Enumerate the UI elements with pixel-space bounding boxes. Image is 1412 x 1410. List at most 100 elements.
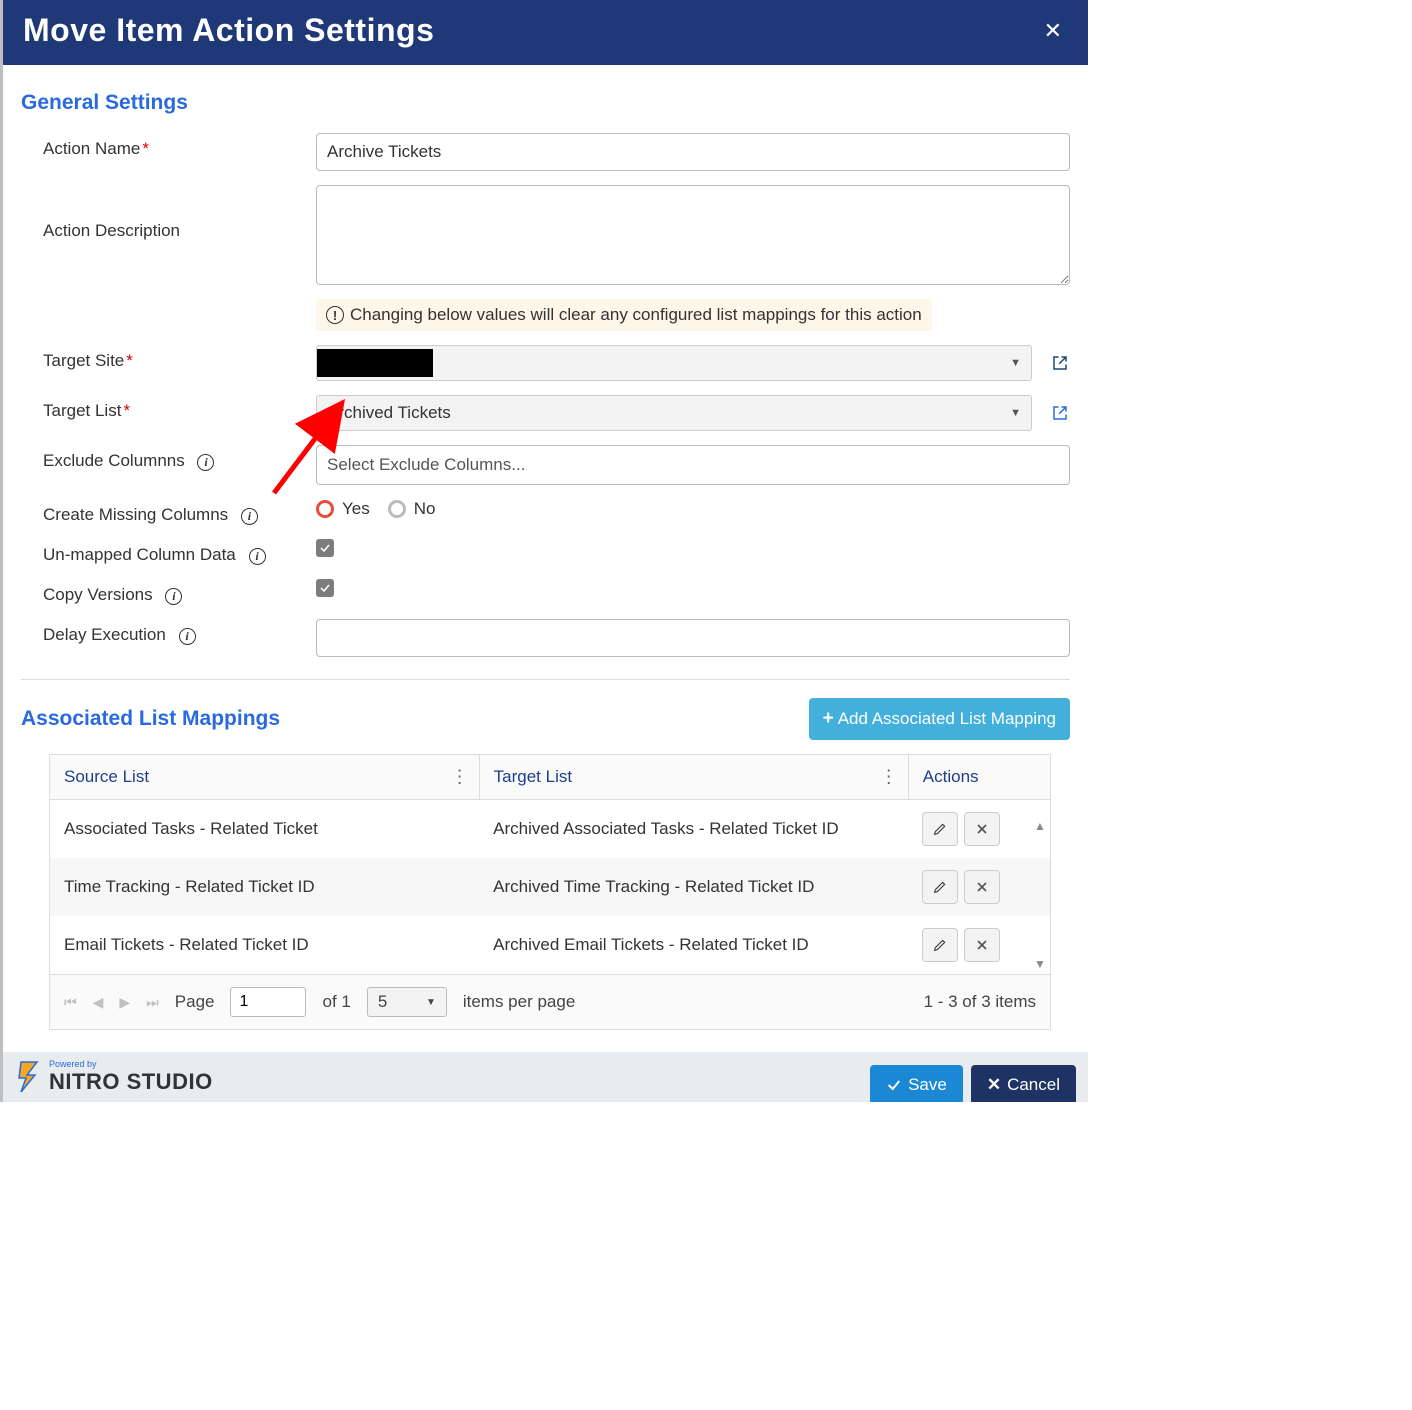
delete-row-button[interactable]	[964, 870, 1000, 904]
row-action-name: Action Name*	[21, 133, 1070, 171]
column-menu-icon[interactable]: ⋮	[451, 767, 469, 788]
radio-no-label: No	[414, 499, 436, 519]
close-icon: ✕	[987, 1075, 1001, 1095]
required-marker: *	[123, 401, 130, 420]
chevron-down-icon: ▼	[1010, 407, 1021, 419]
delay-execution-input[interactable]	[316, 619, 1070, 657]
column-header-source[interactable]: Source List ⋮	[50, 755, 479, 800]
powered-by-label: Powered by	[49, 1060, 213, 1069]
modal-dialog: Move Item Action Settings ✕ General Sett…	[0, 0, 1088, 1102]
page-of: of 1	[322, 992, 350, 1012]
label-target-list: Target List*	[21, 395, 316, 421]
label-text: Un-mapped Column Data	[43, 545, 236, 564]
label-text: Exclude Columnns	[43, 451, 185, 470]
column-menu-icon[interactable]: ⋮	[880, 767, 898, 788]
warning-banner: ! Changing below values will clear any c…	[316, 299, 932, 331]
add-associated-mapping-button[interactable]: + Add Associated List Mapping	[809, 698, 1070, 740]
delete-row-button[interactable]	[964, 812, 1000, 846]
associated-header: Associated List Mappings + Add Associate…	[21, 698, 1070, 740]
row-copy-versions: Copy Versions i	[21, 579, 1070, 605]
save-button[interactable]: Save	[870, 1065, 963, 1102]
col-label: Target List	[494, 767, 572, 786]
edit-row-button[interactable]	[922, 870, 958, 904]
edit-row-button[interactable]	[922, 928, 958, 962]
required-marker: *	[142, 139, 149, 158]
cell-source: Time Tracking - Related Ticket ID	[50, 858, 479, 916]
scroll-up-icon[interactable]: ▲	[1034, 819, 1048, 833]
chevron-down-icon: ▼	[426, 997, 436, 1008]
scroll-down-icon[interactable]: ▼	[1034, 957, 1048, 971]
column-header-actions: Actions	[908, 755, 1050, 800]
exclude-columns-multiselect[interactable]: Select Exclude Columns...	[316, 445, 1070, 485]
redacted-value	[317, 349, 433, 377]
radio-dot-icon	[316, 500, 334, 518]
radio-no[interactable]: No	[388, 499, 436, 519]
pager-summary: 1 - 3 of 3 items	[924, 992, 1036, 1012]
label-copy-versions: Copy Versions i	[21, 579, 316, 605]
info-icon[interactable]: i	[241, 508, 258, 525]
target-list-dropdown[interactable]: Archived Tickets ▼	[316, 395, 1032, 431]
action-name-input[interactable]	[316, 133, 1070, 171]
cell-target: Archived Time Tracking - Related Ticket …	[479, 858, 908, 916]
page-number-input[interactable]	[230, 987, 306, 1017]
cell-actions	[908, 858, 1050, 916]
brand-logo: Powered by NITRO STUDIO	[15, 1060, 213, 1095]
info-icon[interactable]: i	[179, 628, 196, 645]
label-create-missing: Create Missing Columns i	[21, 499, 316, 525]
cell-source: Email Tickets - Related Ticket ID	[50, 916, 479, 974]
required-marker: *	[126, 351, 133, 370]
mappings-grid: Source List ⋮ Target List ⋮ Actions Asso…	[49, 754, 1051, 1030]
action-description-textarea[interactable]	[316, 185, 1070, 285]
open-site-link-icon[interactable]	[1050, 353, 1070, 373]
row-action-description: Action Description	[21, 185, 1070, 285]
pager-next-icon[interactable]: ▶	[119, 994, 130, 1011]
edit-row-button[interactable]	[922, 812, 958, 846]
column-header-target[interactable]: Target List ⋮	[479, 755, 908, 800]
info-icon[interactable]: i	[249, 548, 266, 565]
label-text: Copy Versions	[43, 585, 153, 604]
divider	[21, 679, 1070, 680]
plus-icon: +	[823, 708, 834, 730]
cell-target: Archived Email Tickets - Related Ticket …	[479, 916, 908, 974]
table-row: Email Tickets - Related Ticket IDArchive…	[50, 916, 1050, 974]
pager-last-icon[interactable]: ⏭	[146, 994, 159, 1011]
label-unmapped: Un-mapped Column Data i	[21, 539, 316, 565]
info-icon[interactable]: i	[197, 454, 214, 471]
col-label: Source List	[64, 767, 149, 786]
label-action-name: Action Name*	[21, 133, 316, 159]
cancel-label: Cancel	[1007, 1075, 1060, 1095]
radio-yes-label: Yes	[342, 499, 370, 519]
exclude-columns-placeholder: Select Exclude Columns...	[327, 455, 525, 475]
pager-prev-icon[interactable]: ◀	[93, 994, 104, 1011]
warning-icon: !	[326, 306, 344, 324]
table-row: Time Tracking - Related Ticket IDArchive…	[50, 858, 1050, 916]
radio-yes[interactable]: Yes	[316, 499, 370, 519]
modal-body: General Settings Action Name* Action Des…	[3, 65, 1088, 1052]
label-action-description: Action Description	[21, 185, 316, 241]
chevron-down-icon: ▼	[1010, 357, 1021, 369]
delete-row-button[interactable]	[964, 928, 1000, 962]
pager-first-icon[interactable]: ⏮	[64, 994, 77, 1011]
logo-icon	[15, 1060, 43, 1094]
unmapped-checkbox[interactable]	[316, 539, 334, 557]
target-list-value: Archived Tickets	[327, 403, 451, 423]
label-exclude-columns: Exclude Columnns i	[21, 445, 316, 471]
row-unmapped: Un-mapped Column Data i	[21, 539, 1070, 565]
cell-actions	[908, 916, 1050, 974]
create-missing-radio-group: Yes No	[316, 499, 435, 519]
info-icon[interactable]: i	[165, 588, 182, 605]
label-text: Target List	[43, 401, 121, 420]
target-site-dropdown[interactable]: ▼	[316, 345, 1032, 381]
cancel-button[interactable]: ✕ Cancel	[971, 1065, 1076, 1102]
cell-source: Associated Tasks - Related Ticket	[50, 800, 479, 859]
warning-text: Changing below values will clear any con…	[350, 305, 922, 325]
pager: ⏮ ◀ ▶ ⏭ Page of 1 5 ▼ items per page 1 -…	[50, 974, 1050, 1029]
copy-versions-checkbox[interactable]	[316, 579, 334, 597]
page-size-dropdown[interactable]: 5 ▼	[367, 987, 447, 1017]
row-target-list: Target List* Archived Tickets ▼	[21, 395, 1070, 431]
label-delay-execution: Delay Execution i	[21, 619, 316, 645]
section-associated-mappings: Associated List Mappings	[21, 707, 280, 731]
col-label: Actions	[923, 767, 979, 786]
close-icon[interactable]: ✕	[1038, 14, 1068, 48]
open-list-link-icon[interactable]	[1050, 403, 1070, 423]
